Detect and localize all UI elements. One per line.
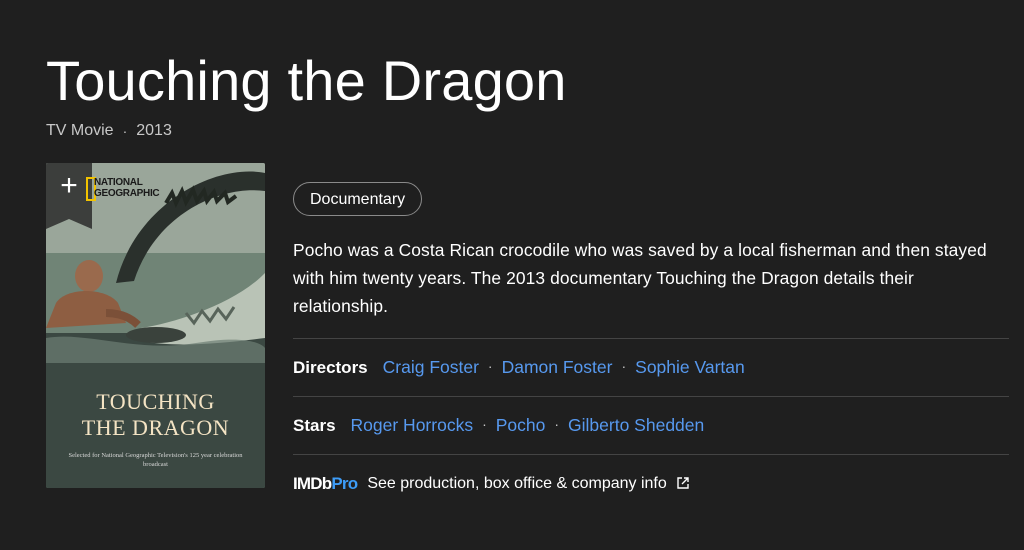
external-link-icon [677, 476, 689, 489]
credit-separator: · [554, 415, 560, 432]
imdbpro-logo[interactable]: IMDbPro [293, 473, 358, 494]
title-type[interactable]: TV Movie [46, 122, 114, 140]
imdbpro-logo-imdb: IMDb [293, 473, 332, 493]
credit-separator: · [482, 415, 487, 432]
title-metadata: TV Movie · 2013 [46, 122, 172, 140]
imdbpro-logo-pro: Pro [331, 473, 358, 493]
imdbpro-row: IMDbPro See production, box office & com… [293, 454, 1009, 512]
credit-separator: · [621, 357, 627, 374]
directors-row: Directors Craig Foster · Damon Foster · … [293, 338, 1009, 396]
star-link[interactable]: Pocho [496, 415, 546, 436]
poster-title-line2: THE DRAGON [81, 415, 230, 440]
meta-separator: · [122, 123, 128, 139]
poster-subtitle: Selected for National Geographic Televis… [68, 452, 243, 468]
director-link[interactable]: Damon Foster [502, 357, 613, 378]
director-link[interactable]: Craig Foster [383, 357, 479, 378]
stars-label[interactable]: Stars [293, 416, 336, 436]
directors-label[interactable]: Directors [293, 358, 368, 378]
director-link[interactable]: Sophie Vartan [635, 357, 745, 378]
plus-icon[interactable]: + [58, 171, 80, 201]
page-title: Touching the Dragon [46, 49, 567, 112]
plot-summary: Pocho was a Costa Rican crocodile who wa… [293, 240, 987, 316]
poster-image[interactable]: + NATIONAL GEOGRAPHIC TOUCHING THE DRAGON… [46, 163, 265, 488]
poster-brand: NATIONAL GEOGRAPHIC [94, 177, 160, 199]
star-link[interactable]: Roger Horrocks [351, 415, 474, 436]
release-year[interactable]: 2013 [136, 122, 172, 140]
genre-chip-documentary[interactable]: Documentary [293, 182, 423, 216]
poster-title-line1: TOUCHING [96, 389, 215, 414]
imdbpro-link[interactable]: See production, box office & company inf… [367, 475, 689, 493]
star-link[interactable]: Gilberto Shedden [568, 415, 704, 436]
imdbpro-link-text: See production, box office & company inf… [367, 474, 667, 492]
title-details: Documentary Pocho was a Costa Rican croc… [293, 182, 1009, 512]
poster-title: TOUCHING THE DRAGON [46, 389, 265, 441]
credit-separator: · [487, 357, 493, 374]
stars-row: Stars Roger Horrocks · Pocho · Gilberto … [293, 396, 1009, 454]
